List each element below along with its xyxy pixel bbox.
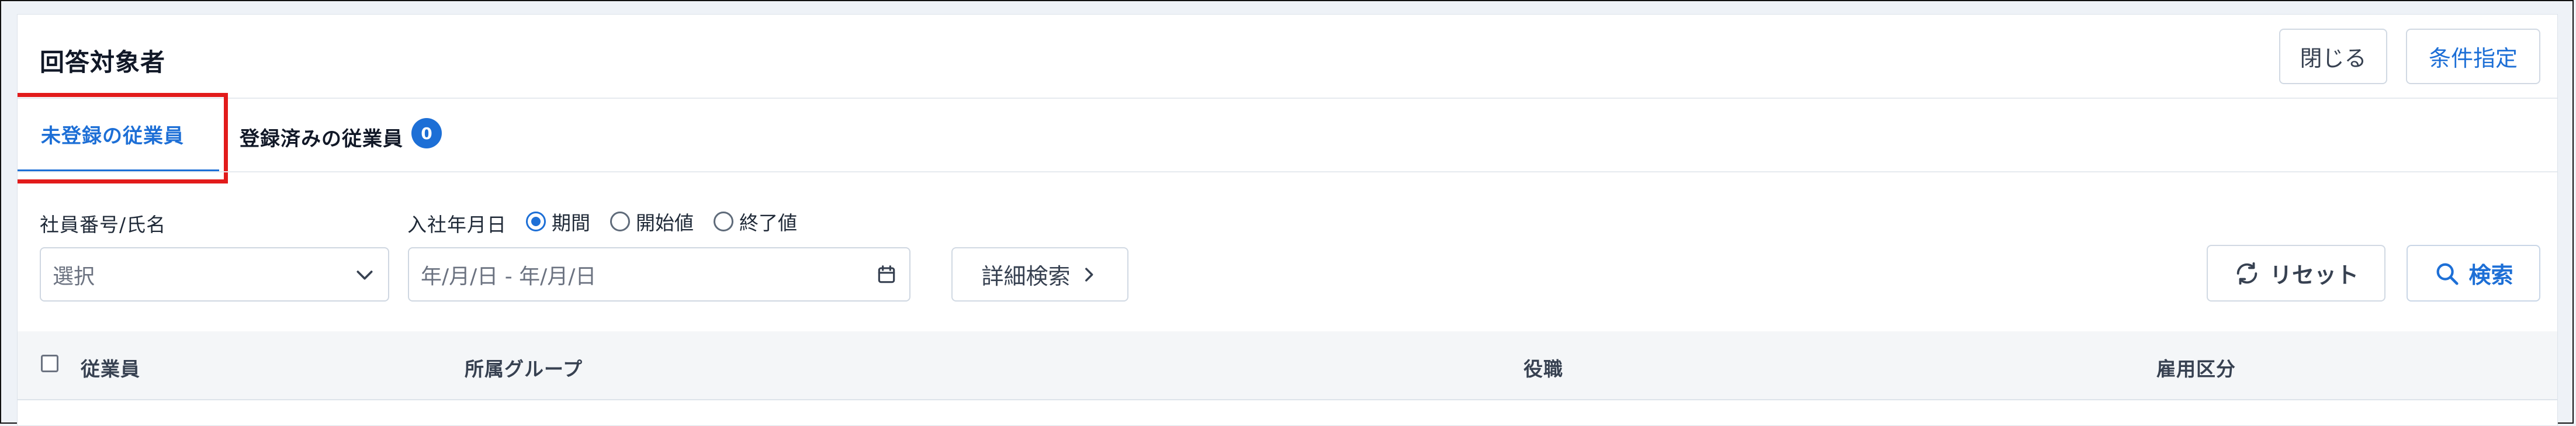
conditions-button[interactable]: 条件指定 bbox=[2406, 29, 2540, 84]
date-mode-radio-group: 期間 開始値 終了値 bbox=[526, 207, 811, 235]
radio-period-label: 期間 bbox=[552, 212, 590, 234]
date-range-input[interactable]: 年/月/日 - 年/月/日 bbox=[408, 247, 910, 302]
registered-count-badge: 0 bbox=[411, 118, 442, 148]
radio-end-value[interactable] bbox=[714, 212, 733, 231]
search-button[interactable]: 検索 bbox=[2407, 245, 2540, 302]
detail-search-button[interactable]: 詳細検索 bbox=[951, 247, 1128, 302]
radio-period[interactable] bbox=[526, 212, 546, 231]
column-header-group[interactable]: 所属グループ bbox=[465, 354, 583, 382]
detail-search-label: 詳細検索 bbox=[981, 264, 1071, 289]
join-date-label: 入社年月日 bbox=[407, 213, 507, 236]
select-all-checkbox[interactable] bbox=[41, 355, 58, 372]
search-icon bbox=[2437, 263, 2459, 285]
chevron-down-icon bbox=[356, 270, 373, 279]
employee-filter-label: 社員番号/氏名 bbox=[40, 213, 167, 236]
tabs-divider bbox=[18, 171, 2557, 172]
refresh-icon bbox=[2236, 262, 2258, 285]
radio-end-value-label: 終了値 bbox=[739, 212, 797, 234]
calendar-icon bbox=[878, 265, 895, 283]
respondents-panel: 回答対象者 閉じる 条件指定 未登録の従業員 登録済みの従業員 0 社員番号/氏… bbox=[17, 14, 2558, 426]
search-label: 検索 bbox=[2468, 262, 2513, 288]
chevron-right-icon bbox=[1085, 267, 1093, 282]
tab-registered-employees[interactable]: 登録済みの従業員 bbox=[240, 123, 403, 151]
reset-button[interactable]: リセット bbox=[2207, 245, 2385, 302]
column-header-position[interactable]: 役職 bbox=[1524, 354, 1563, 382]
radio-start-value[interactable] bbox=[610, 212, 630, 231]
close-button[interactable]: 閉じる bbox=[2279, 29, 2387, 84]
header-divider bbox=[18, 98, 2557, 99]
date-range-placeholder: 年/月/日 - 年/月/日 bbox=[421, 264, 597, 289]
employee-select[interactable]: 選択 bbox=[40, 247, 389, 302]
highlight-box bbox=[18, 93, 228, 183]
employee-select-placeholder: 選択 bbox=[53, 264, 95, 289]
column-header-employment-type[interactable]: 雇用区分 bbox=[2156, 354, 2236, 382]
reset-label: リセット bbox=[2269, 262, 2359, 288]
page-title: 回答対象者 bbox=[40, 48, 166, 77]
column-header-employee[interactable]: 従業員 bbox=[81, 354, 140, 382]
radio-start-value-label: 開始値 bbox=[636, 212, 694, 234]
